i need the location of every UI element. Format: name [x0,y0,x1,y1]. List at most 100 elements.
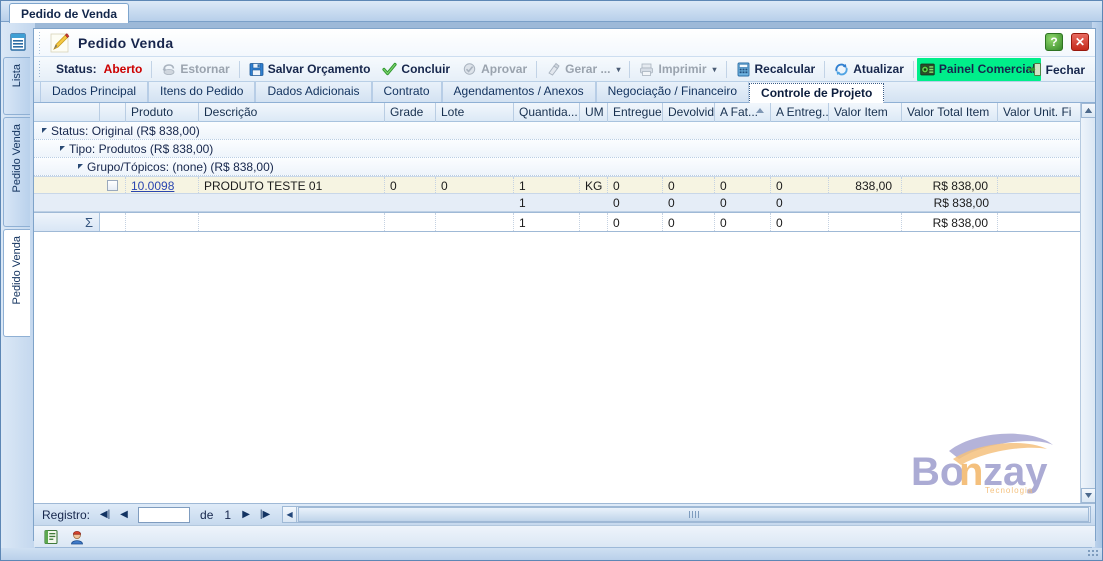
action-toolbar: Status: Aberto Estornar Salvar Orçamento [34,57,1095,82]
atualizar-button[interactable]: Atualizar [828,58,910,81]
collapse-triangle-icon[interactable] [42,128,47,133]
fechar-button[interactable]: Fechar [1021,58,1091,81]
footer-a-entregar: 0 [771,213,829,231]
grid-col-descricao[interactable]: Descrição [199,103,385,122]
close-window-button[interactable]: ✕ [1071,33,1089,51]
sidebar-item-pedido-venda-2[interactable]: Pedido Venda [3,229,30,337]
printer-icon [639,62,654,77]
summary-spacer [829,194,902,211]
nav-previous-button[interactable]: ◀ [116,507,132,523]
sidebar-item-pedido-venda-1[interactable]: Pedido Venda [3,117,30,227]
calculator-icon [736,62,751,77]
grid-col-grade[interactable]: Grade [385,103,436,122]
grid-col-indicator[interactable] [34,103,100,122]
aprovar-button[interactable]: Aprovar [456,58,533,81]
collapse-triangle-icon[interactable] [60,146,65,151]
sidebar-item-lista[interactable]: Lista [3,57,30,115]
grid-col-entregues[interactable]: Entregues [608,103,663,122]
grid-col-valor-item[interactable]: Valor Item [829,103,902,122]
group-row-tipo[interactable]: Tipo: Produtos (R$ 838,00) [34,140,1095,158]
scroll-down-button[interactable] [1081,488,1095,503]
gerar-button[interactable]: Gerar ... ▾ [540,58,626,81]
grid-col-um[interactable]: UM [580,103,608,122]
nav-next-button[interactable]: ▶ [238,507,254,523]
tab-negociacao-financeiro[interactable]: Negociação / Financeiro [595,82,750,102]
summary-spacer [100,194,126,211]
nav-last-button[interactable]: |▶ [257,507,273,523]
group-row-status[interactable]: Status: Original (R$ 838,00) [34,122,1095,140]
chevron-down-icon[interactable]: ▾ [713,65,717,74]
bonzay-watermark-logo: Bo n zay Tecnologia [907,415,1077,495]
footer-spacer [998,213,1078,231]
notes-icon[interactable] [43,529,59,545]
footer-spacer [829,213,902,231]
footer-valor-total-item: R$ 838,00 [902,213,998,231]
hscroll-thumb[interactable] [298,507,1089,522]
list-view-icon[interactable] [7,31,29,53]
toolbar-separator [238,60,240,78]
grid-col-quantidade[interactable]: Quantida... [514,103,580,122]
sidebar-item-label: Pedido Venda [11,236,23,305]
sigma-icon[interactable]: Σ [34,213,100,231]
sort-ascending-icon [756,108,764,113]
tab-controle-de-projeto[interactable]: Controle de Projeto [749,83,885,103]
toolbar-separator [151,60,153,78]
sidebar-item-label: Lista [11,64,23,88]
user-icon[interactable] [69,529,85,545]
row-checkbox[interactable] [107,180,118,191]
cell-a-entregar: 0 [771,177,829,193]
footer-entregues: 0 [608,213,663,231]
row-select-cell[interactable] [100,177,126,193]
inner-form-panel: Pedido Venda ? ✕ Status: Aberto Estornar [33,28,1096,547]
estornar-button[interactable]: Estornar [155,58,235,81]
grid-col-produto[interactable]: Produto [126,103,199,122]
recalcular-button[interactable]: Recalcular [730,58,822,81]
status-label: Status: [56,62,97,76]
tab-agendamentos-anexos[interactable]: Agendamentos / Anexos [441,82,596,102]
cell-quantidade: 1 [514,177,580,193]
salvar-orcamento-button[interactable]: Salvar Orçamento [243,58,377,81]
of-label: de [200,507,214,522]
group-row-grupo-topicos[interactable]: Grupo/Tópicos: (none) (R$ 838,00) [34,158,1095,176]
grid-col-devolvidos[interactable]: Devolvid.. [663,103,715,122]
grid-col-a-entregar[interactable]: A Entreg.. [771,103,829,122]
tab-contrato[interactable]: Contrato [371,82,442,102]
grid-col-valor-total-item[interactable]: Valor Total Item [902,103,998,122]
help-button[interactable]: ? [1045,33,1063,51]
footer-spacer [580,213,608,231]
tab-dados-adicionais[interactable]: Dados Adicionais [255,82,372,102]
grid-vertical-scrollbar[interactable] [1080,103,1095,503]
scroll-up-button[interactable] [1081,103,1095,118]
hscroll-left-button[interactable]: ◀ [283,507,298,522]
cell-produto[interactable]: 10.0098 [126,177,199,193]
frame-bottom-strip [1,548,1102,560]
window-tab-pedido-de-venda[interactable]: Pedido de Venda [9,3,130,23]
record-number-input[interactable] [138,506,191,523]
tab-dados-principal[interactable]: Dados Principal [40,82,149,102]
nav-first-button[interactable]: ◀| [97,507,113,523]
button-label: Imprimir [658,62,707,76]
group-label: Grupo/Tópicos: (none) (R$ 838,00) [87,160,274,174]
collapse-triangle-icon[interactable] [78,164,83,169]
panel-icon [920,62,935,77]
tab-itens-do-pedido[interactable]: Itens do Pedido [148,82,256,102]
summary-spacer [436,194,514,211]
window-resize-grip[interactable] [1087,549,1099,558]
grid-col-select[interactable] [100,103,126,122]
table-row[interactable]: 10.0098 PRODUTO TESTE 01 0 0 1 KG 0 0 0 … [34,176,1095,194]
window-controls: ? ✕ [1045,33,1089,51]
imprimir-button[interactable]: Imprimir ▾ [633,58,722,81]
concluir-button[interactable]: Concluir [376,58,456,81]
status-bar [34,525,1095,547]
toolbar-right-group: Fechar [1021,58,1091,81]
horizontal-scrollbar[interactable]: ◀ [282,506,1091,523]
cell-a-faturar: 0 [715,177,771,193]
grid-col-a-faturar[interactable]: A Fat... [715,103,771,122]
svg-text:zay: zay [983,450,1048,494]
chevron-down-icon[interactable]: ▾ [616,65,620,74]
summary-a-faturar: 0 [720,196,727,210]
grid-col-valor-unit-fin[interactable]: Valor Unit. Fi [998,103,1078,122]
approve-stamp-icon [462,62,477,77]
produto-link[interactable]: 10.0098 [131,179,174,193]
grid-col-lote[interactable]: Lote [436,103,514,122]
